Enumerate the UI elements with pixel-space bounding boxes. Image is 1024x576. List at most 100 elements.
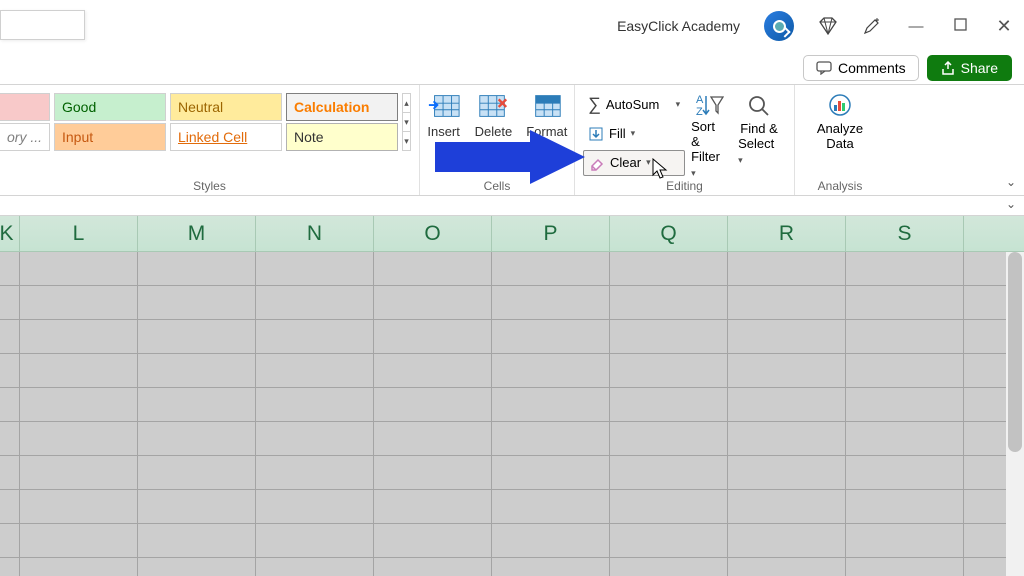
gallery-up[interactable]: ▴: [403, 94, 410, 113]
grid-cell[interactable]: [610, 490, 728, 523]
grid-cell[interactable]: [492, 252, 610, 285]
grid-cell[interactable]: [138, 490, 256, 523]
grid-cell[interactable]: [0, 490, 20, 523]
grid-cell[interactable]: [374, 286, 492, 319]
column-header[interactable]: K: [0, 216, 20, 251]
grid-cell[interactable]: [20, 354, 138, 387]
grid-cell[interactable]: [374, 388, 492, 421]
grid-cell[interactable]: [728, 490, 846, 523]
grid-cell[interactable]: [492, 490, 610, 523]
grid-cell[interactable]: [610, 388, 728, 421]
style-tile[interactable]: Good: [54, 93, 166, 121]
grid-cell[interactable]: [610, 252, 728, 285]
grid-cell[interactable]: [0, 252, 20, 285]
grid-cell[interactable]: [138, 286, 256, 319]
grid-cell[interactable]: [256, 524, 374, 557]
grid-cell[interactable]: [20, 490, 138, 523]
grid-cell[interactable]: [492, 422, 610, 455]
grid-cell[interactable]: [374, 456, 492, 489]
grid-cell[interactable]: [492, 456, 610, 489]
grid-cell[interactable]: [846, 524, 964, 557]
grid-cell[interactable]: [0, 524, 20, 557]
column-header[interactable]: P: [492, 216, 610, 251]
close-button[interactable]: ✕: [994, 16, 1014, 37]
style-tile[interactable]: Linked Cell: [170, 123, 282, 151]
grid-cell[interactable]: [256, 354, 374, 387]
clear-button[interactable]: Clear ▾: [583, 150, 685, 176]
grid-cell[interactable]: [610, 558, 728, 576]
grid-cell[interactable]: [728, 286, 846, 319]
table-row[interactable]: [0, 320, 1024, 354]
grid-cell[interactable]: [20, 320, 138, 353]
grid-cell[interactable]: [728, 558, 846, 576]
grid-cell[interactable]: [492, 524, 610, 557]
table-row[interactable]: [0, 388, 1024, 422]
grid-cell[interactable]: [846, 354, 964, 387]
grid-cell[interactable]: [610, 286, 728, 319]
ribbon-collapse-chevron[interactable]: ⌄: [1006, 175, 1016, 189]
grid-cell[interactable]: [492, 286, 610, 319]
grid-cell[interactable]: [846, 490, 964, 523]
table-row[interactable]: [0, 286, 1024, 320]
grid-cell[interactable]: [20, 456, 138, 489]
scrollbar-thumb[interactable]: [1008, 252, 1022, 452]
table-row[interactable]: [0, 524, 1024, 558]
grid-cell[interactable]: [256, 422, 374, 455]
grid-cell[interactable]: [374, 354, 492, 387]
grid-cell[interactable]: [374, 422, 492, 455]
grid-cell[interactable]: [492, 558, 610, 576]
grid-cell[interactable]: [256, 558, 374, 576]
table-row[interactable]: [0, 456, 1024, 490]
style-tile[interactable]: Input: [54, 123, 166, 151]
grid-cell[interactable]: [374, 558, 492, 576]
grid-cell[interactable]: [846, 456, 964, 489]
grid-cell[interactable]: [138, 252, 256, 285]
table-row[interactable]: [0, 354, 1024, 388]
grid-cell[interactable]: [20, 422, 138, 455]
grid-cell[interactable]: [610, 456, 728, 489]
minimize-button[interactable]: —: [906, 18, 926, 35]
find-select-button[interactable]: Find & Select ▾: [738, 91, 780, 176]
grid-cell[interactable]: [20, 524, 138, 557]
grid-cell[interactable]: [846, 252, 964, 285]
grid-cell[interactable]: [610, 354, 728, 387]
grid-cell[interactable]: [492, 354, 610, 387]
table-row[interactable]: [0, 252, 1024, 286]
fill-button[interactable]: Fill ▾: [583, 121, 685, 147]
grid-cell[interactable]: [728, 320, 846, 353]
grid-cell[interactable]: [256, 490, 374, 523]
grid-cell[interactable]: [138, 354, 256, 387]
column-header[interactable]: Q: [610, 216, 728, 251]
comments-button[interactable]: Comments: [803, 55, 919, 81]
grid-cell[interactable]: [256, 320, 374, 353]
grid-cell[interactable]: [256, 388, 374, 421]
grid-cell[interactable]: [610, 422, 728, 455]
grid-cell[interactable]: [20, 286, 138, 319]
table-row[interactable]: [0, 490, 1024, 524]
style-tile[interactable]: Note: [286, 123, 398, 151]
column-header[interactable]: R: [728, 216, 846, 251]
column-header[interactable]: O: [374, 216, 492, 251]
grid-cell[interactable]: [138, 320, 256, 353]
gallery-down[interactable]: ▾: [403, 113, 410, 132]
table-row[interactable]: [0, 422, 1024, 456]
grid-cell[interactable]: [610, 320, 728, 353]
analyze-data-button[interactable]: Analyze Data: [817, 91, 863, 151]
account-avatar[interactable]: [764, 11, 794, 41]
grid-cell[interactable]: [20, 252, 138, 285]
grid-cell[interactable]: [0, 456, 20, 489]
grid-cell[interactable]: [846, 422, 964, 455]
gallery-more[interactable]: ▾: [403, 132, 410, 150]
name-box[interactable]: [0, 10, 85, 40]
style-tile[interactable]: [0, 93, 50, 121]
pencil-sparkle-icon[interactable]: [862, 16, 882, 36]
grid-cell[interactable]: [138, 524, 256, 557]
insert-button[interactable]: Insert ▾: [423, 91, 465, 153]
grid-cell[interactable]: [846, 320, 964, 353]
grid-cell[interactable]: [728, 422, 846, 455]
delete-button[interactable]: Delete ▾: [471, 91, 517, 153]
grid-cell[interactable]: [374, 320, 492, 353]
column-header[interactable]: M: [138, 216, 256, 251]
grid-cell[interactable]: [0, 354, 20, 387]
column-header[interactable]: L: [20, 216, 138, 251]
